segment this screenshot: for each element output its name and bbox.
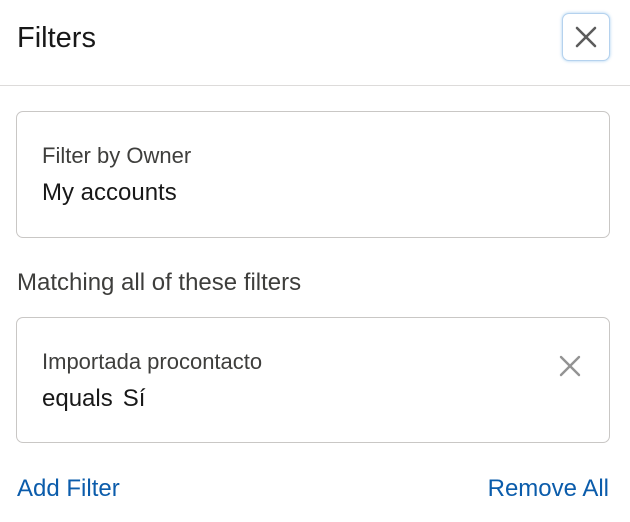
filter-value: Sí (122, 385, 146, 412)
owner-filter-card[interactable]: Filter by Owner My accounts (16, 111, 610, 238)
matching-filters-heading: Matching all of these filters (17, 269, 302, 296)
owner-filter-label: Filter by Owner (42, 143, 192, 168)
panel-header: Filters (0, 0, 630, 86)
close-icon (575, 26, 597, 48)
close-button[interactable] (562, 13, 610, 61)
remove-filter-button[interactable] (556, 352, 584, 380)
owner-filter-value: My accounts (42, 179, 177, 206)
add-filter-link[interactable]: Add Filter (17, 474, 120, 504)
filter-card[interactable]: Importada procontacto equals Sí (16, 317, 610, 443)
remove-all-link[interactable]: Remove All (488, 474, 609, 504)
filter-field-label: Importada procontacto (42, 349, 263, 374)
filters-panel: Filters Filter by Owner My accounts Matc… (0, 0, 630, 522)
panel-title: Filters (17, 22, 96, 54)
filter-condition: equals Sí (42, 384, 145, 414)
filter-operator: equals (42, 385, 113, 412)
close-icon (559, 355, 581, 377)
